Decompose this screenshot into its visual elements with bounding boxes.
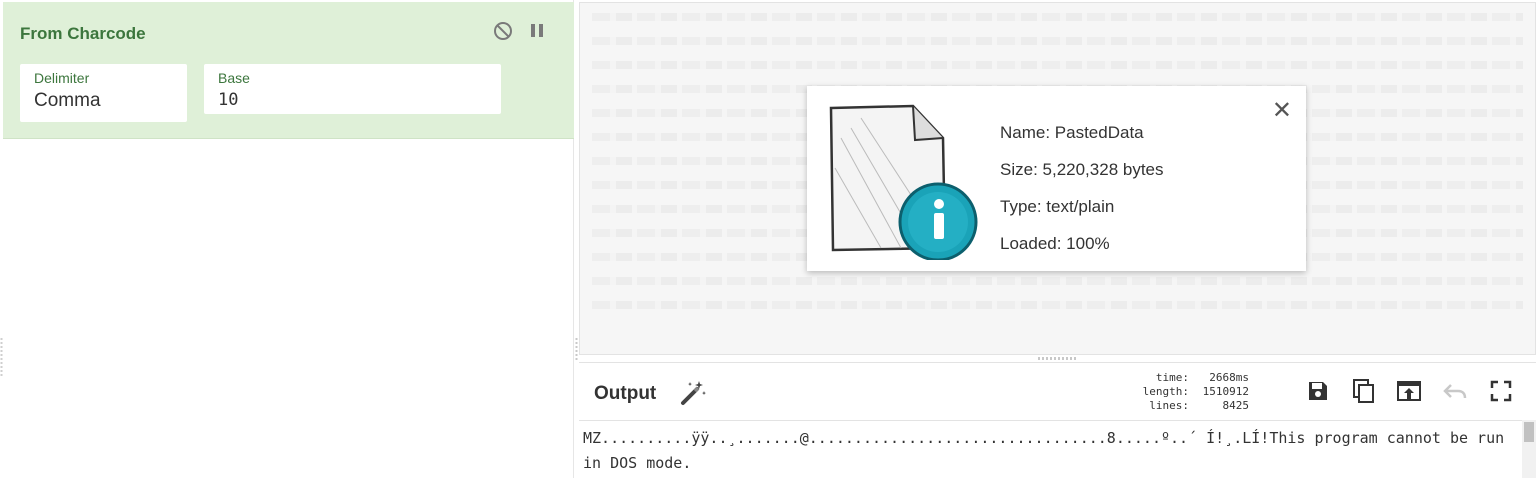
pane-resize-handle[interactable] — [0, 338, 3, 378]
replace-input-icon[interactable] — [1393, 375, 1425, 407]
file-info-icon — [821, 98, 981, 262]
length-value: 1510912 — [1202, 385, 1249, 398]
maximise-icon[interactable] — [1485, 375, 1517, 407]
output-title: Output — [594, 383, 657, 404]
pause-icon[interactable] — [526, 20, 548, 42]
recipe-pane: From Charcode Delimiter Comma Base 10 — [0, 0, 574, 478]
length-label: length: — [1142, 385, 1189, 398]
delimiter-label: Delimiter — [34, 70, 90, 86]
copy-icon[interactable] — [1348, 375, 1380, 407]
output-scrollbar[interactable] — [1522, 420, 1536, 478]
close-icon[interactable]: ✕ — [1272, 96, 1292, 125]
operation-from-charcode[interactable]: From Charcode Delimiter Comma Base 10 — [3, 2, 574, 139]
row-resize-handle[interactable] — [1038, 357, 1076, 360]
disable-icon[interactable] — [492, 20, 514, 42]
file-type: Type: text/plain — [1000, 197, 1115, 216]
file-size: Size: 5,220,328 bytes — [1000, 160, 1164, 179]
file-details: Name: PastedData Size: 5,220,328 bytes T… — [1000, 114, 1164, 262]
scrollbar-thumb[interactable] — [1524, 422, 1534, 442]
undo-icon[interactable] — [1439, 375, 1471, 407]
delimiter-value[interactable]: Comma — [34, 90, 173, 112]
magic-wand-icon[interactable] — [679, 379, 707, 407]
time-value: 2668ms — [1209, 371, 1249, 384]
output-text[interactable]: MZ..........ÿÿ..¸.......@...............… — [579, 420, 1522, 478]
lines-value: 8425 — [1222, 399, 1250, 412]
lines-label: lines: — [1149, 399, 1189, 412]
delimiter-field[interactable]: Delimiter Comma — [20, 64, 187, 122]
operation-title: From Charcode — [20, 24, 146, 43]
column-resize-handle[interactable] — [575, 338, 578, 362]
output-stats: time: 2668ms length: 1510912 lines: 8425 — [1139, 371, 1249, 413]
file-loaded: Loaded: 100% — [1000, 234, 1110, 253]
base-field[interactable]: Base 10 — [204, 64, 501, 114]
output-header: Output time: 2668ms length: 1510912 lines:… — [579, 362, 1536, 420]
time-label: time: — [1155, 371, 1189, 384]
base-label: Base — [218, 70, 250, 86]
save-icon[interactable] — [1302, 375, 1334, 407]
file-details-card: Name: PastedData Size: 5,220,328 bytes T… — [807, 86, 1306, 271]
file-name: Name: PastedData — [1000, 123, 1144, 142]
base-value[interactable]: 10 — [218, 90, 487, 110]
